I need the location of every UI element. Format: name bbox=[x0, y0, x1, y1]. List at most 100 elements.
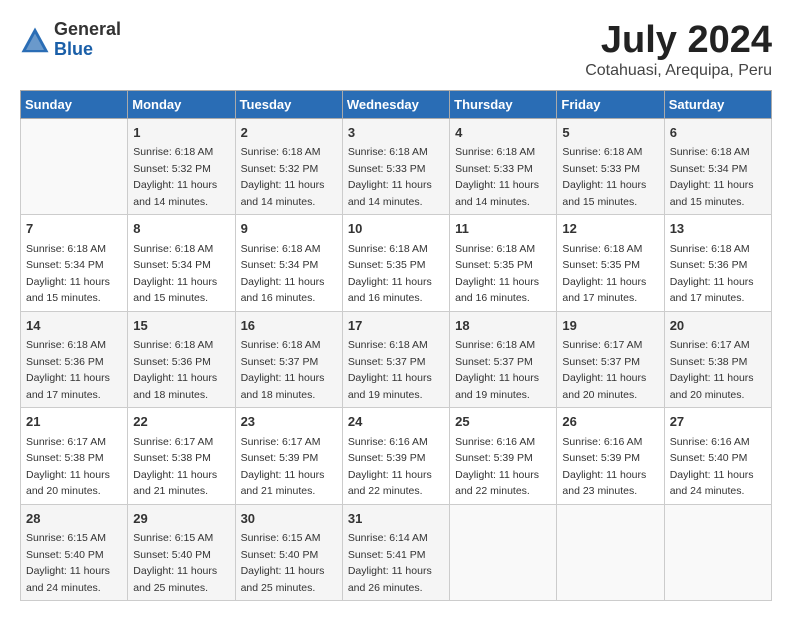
calendar-cell: 12Sunrise: 6:18 AM Sunset: 5:35 PM Dayli… bbox=[557, 215, 664, 312]
header-day-thursday: Thursday bbox=[450, 90, 557, 118]
header-day-friday: Friday bbox=[557, 90, 664, 118]
header-day-sunday: Sunday bbox=[21, 90, 128, 118]
day-number: 15 bbox=[133, 316, 229, 336]
day-info: Sunrise: 6:14 AM Sunset: 5:41 PM Dayligh… bbox=[348, 532, 432, 594]
day-info: Sunrise: 6:18 AM Sunset: 5:34 PM Dayligh… bbox=[241, 243, 325, 305]
day-info: Sunrise: 6:15 AM Sunset: 5:40 PM Dayligh… bbox=[133, 532, 217, 594]
day-number: 22 bbox=[133, 412, 229, 432]
header-row: SundayMondayTuesdayWednesdayThursdayFrid… bbox=[21, 90, 772, 118]
day-number: 13 bbox=[670, 219, 766, 239]
calendar-week-3: 14 Sunrise: 6:18 AM Sunset: 5:36 PM Dayli… bbox=[21, 311, 772, 408]
day-info: Sunrise: 6:18 AM Sunset: 5:33 PM Dayligh… bbox=[455, 146, 539, 208]
calendar-cell: 20Sunrise: 6:17 AM Sunset: 5:38 PM Dayli… bbox=[664, 311, 771, 408]
logo-blue: Blue bbox=[54, 40, 121, 60]
calendar-cell: 28 Sunrise: 6:15 AM Sunset: 5:40 PM Dayli… bbox=[21, 504, 128, 601]
day-number: 10 bbox=[348, 219, 444, 239]
day-info: Sunrise: 6:15 AM Sunset: 5:40 PM Dayligh… bbox=[26, 532, 110, 594]
day-number: 11 bbox=[455, 219, 551, 239]
header-day-saturday: Saturday bbox=[664, 90, 771, 118]
calendar-cell: 23 Sunrise: 6:17 AM Sunset: 5:39 PM Dayli… bbox=[235, 408, 342, 505]
day-number: 7 bbox=[26, 219, 122, 239]
day-info: Sunrise: 6:18 AM Sunset: 5:32 PM Dayligh… bbox=[133, 146, 217, 208]
day-number: 8 bbox=[133, 219, 229, 239]
day-number: 14 bbox=[26, 316, 122, 336]
day-info: Sunrise: 6:17 AM Sunset: 5:38 PM Dayligh… bbox=[133, 436, 217, 498]
calendar-cell: 17Sunrise: 6:18 AM Sunset: 5:37 PM Dayli… bbox=[342, 311, 449, 408]
day-number: 2 bbox=[241, 123, 337, 143]
calendar-body: 1 Sunrise: 6:18 AM Sunset: 5:32 PM Daylig… bbox=[21, 118, 772, 601]
day-info: Sunrise: 6:17 AM Sunset: 5:39 PM Dayligh… bbox=[241, 436, 325, 498]
day-info: Sunrise: 6:18 AM Sunset: 5:34 PM Dayligh… bbox=[26, 243, 110, 305]
calendar-cell: 7 Sunrise: 6:18 AM Sunset: 5:34 PM Daylig… bbox=[21, 215, 128, 312]
day-number: 3 bbox=[348, 123, 444, 143]
calendar-cell: 1 Sunrise: 6:18 AM Sunset: 5:32 PM Daylig… bbox=[128, 118, 235, 215]
calendar-week-4: 21 Sunrise: 6:17 AM Sunset: 5:38 PM Dayli… bbox=[21, 408, 772, 505]
page-header: General Blue July 2024 Cotahuasi, Arequi… bbox=[20, 20, 772, 80]
day-info: Sunrise: 6:17 AM Sunset: 5:38 PM Dayligh… bbox=[26, 436, 110, 498]
calendar-header: SundayMondayTuesdayWednesdayThursdayFrid… bbox=[21, 90, 772, 118]
calendar-cell: 25Sunrise: 6:16 AM Sunset: 5:39 PM Dayli… bbox=[450, 408, 557, 505]
day-number: 24 bbox=[348, 412, 444, 432]
calendar-cell: 9 Sunrise: 6:18 AM Sunset: 5:34 PM Daylig… bbox=[235, 215, 342, 312]
day-number: 9 bbox=[241, 219, 337, 239]
title-block: July 2024 Cotahuasi, Arequipa, Peru bbox=[585, 20, 772, 80]
month-title: July 2024 bbox=[585, 20, 772, 62]
calendar-cell bbox=[664, 504, 771, 601]
logo-icon bbox=[20, 26, 50, 56]
day-number: 26 bbox=[562, 412, 658, 432]
day-info: Sunrise: 6:17 AM Sunset: 5:38 PM Dayligh… bbox=[670, 339, 754, 401]
day-info: Sunrise: 6:16 AM Sunset: 5:39 PM Dayligh… bbox=[348, 436, 432, 498]
calendar-week-5: 28 Sunrise: 6:15 AM Sunset: 5:40 PM Dayli… bbox=[21, 504, 772, 601]
day-info: Sunrise: 6:18 AM Sunset: 5:32 PM Dayligh… bbox=[241, 146, 325, 208]
header-day-tuesday: Tuesday bbox=[235, 90, 342, 118]
day-number: 6 bbox=[670, 123, 766, 143]
day-info: Sunrise: 6:18 AM Sunset: 5:36 PM Dayligh… bbox=[26, 339, 110, 401]
calendar-cell: 27Sunrise: 6:16 AM Sunset: 5:40 PM Dayli… bbox=[664, 408, 771, 505]
calendar-cell: 14 Sunrise: 6:18 AM Sunset: 5:36 PM Dayli… bbox=[21, 311, 128, 408]
day-number: 29 bbox=[133, 509, 229, 529]
day-number: 21 bbox=[26, 412, 122, 432]
calendar-cell: 18Sunrise: 6:18 AM Sunset: 5:37 PM Dayli… bbox=[450, 311, 557, 408]
calendar-cell: 30Sunrise: 6:15 AM Sunset: 5:40 PM Dayli… bbox=[235, 504, 342, 601]
calendar-cell bbox=[557, 504, 664, 601]
calendar-cell: 6 Sunrise: 6:18 AM Sunset: 5:34 PM Daylig… bbox=[664, 118, 771, 215]
day-number: 19 bbox=[562, 316, 658, 336]
day-info: Sunrise: 6:18 AM Sunset: 5:36 PM Dayligh… bbox=[133, 339, 217, 401]
calendar-cell: 21 Sunrise: 6:17 AM Sunset: 5:38 PM Dayli… bbox=[21, 408, 128, 505]
calendar-cell bbox=[21, 118, 128, 215]
day-number: 30 bbox=[241, 509, 337, 529]
day-info: Sunrise: 6:18 AM Sunset: 5:34 PM Dayligh… bbox=[670, 146, 754, 208]
day-number: 16 bbox=[241, 316, 337, 336]
day-info: Sunrise: 6:18 AM Sunset: 5:37 PM Dayligh… bbox=[348, 339, 432, 401]
calendar-cell: 24 Sunrise: 6:16 AM Sunset: 5:39 PM Dayli… bbox=[342, 408, 449, 505]
calendar-cell: 22 Sunrise: 6:17 AM Sunset: 5:38 PM Dayli… bbox=[128, 408, 235, 505]
calendar-cell: 26 Sunrise: 6:16 AM Sunset: 5:39 PM Dayli… bbox=[557, 408, 664, 505]
day-info: Sunrise: 6:16 AM Sunset: 5:40 PM Dayligh… bbox=[670, 436, 754, 498]
day-info: Sunrise: 6:18 AM Sunset: 5:35 PM Dayligh… bbox=[348, 243, 432, 305]
header-day-wednesday: Wednesday bbox=[342, 90, 449, 118]
calendar-cell: 16Sunrise: 6:18 AM Sunset: 5:37 PM Dayli… bbox=[235, 311, 342, 408]
day-info: Sunrise: 6:18 AM Sunset: 5:33 PM Dayligh… bbox=[348, 146, 432, 208]
day-number: 5 bbox=[562, 123, 658, 143]
calendar-cell bbox=[450, 504, 557, 601]
day-number: 18 bbox=[455, 316, 551, 336]
day-number: 12 bbox=[562, 219, 658, 239]
calendar-cell: 4Sunrise: 6:18 AM Sunset: 5:33 PM Daylig… bbox=[450, 118, 557, 215]
day-number: 31 bbox=[348, 509, 444, 529]
day-number: 1 bbox=[133, 123, 229, 143]
calendar-cell: 31 Sunrise: 6:14 AM Sunset: 5:41 PM Dayli… bbox=[342, 504, 449, 601]
day-info: Sunrise: 6:18 AM Sunset: 5:34 PM Dayligh… bbox=[133, 243, 217, 305]
logo: General Blue bbox=[20, 20, 121, 60]
day-info: Sunrise: 6:16 AM Sunset: 5:39 PM Dayligh… bbox=[562, 436, 646, 498]
day-number: 28 bbox=[26, 509, 122, 529]
day-info: Sunrise: 6:18 AM Sunset: 5:35 PM Dayligh… bbox=[455, 243, 539, 305]
logo-general: General bbox=[54, 20, 121, 40]
day-number: 23 bbox=[241, 412, 337, 432]
location: Cotahuasi, Arequipa, Peru bbox=[585, 62, 772, 80]
calendar-cell: 11 Sunrise: 6:18 AM Sunset: 5:35 PM Dayli… bbox=[450, 215, 557, 312]
day-info: Sunrise: 6:18 AM Sunset: 5:36 PM Dayligh… bbox=[670, 243, 754, 305]
calendar-cell: 13 Sunrise: 6:18 AM Sunset: 5:36 PM Dayli… bbox=[664, 215, 771, 312]
day-info: Sunrise: 6:18 AM Sunset: 5:33 PM Dayligh… bbox=[562, 146, 646, 208]
day-number: 25 bbox=[455, 412, 551, 432]
calendar-cell: 3 Sunrise: 6:18 AM Sunset: 5:33 PM Daylig… bbox=[342, 118, 449, 215]
